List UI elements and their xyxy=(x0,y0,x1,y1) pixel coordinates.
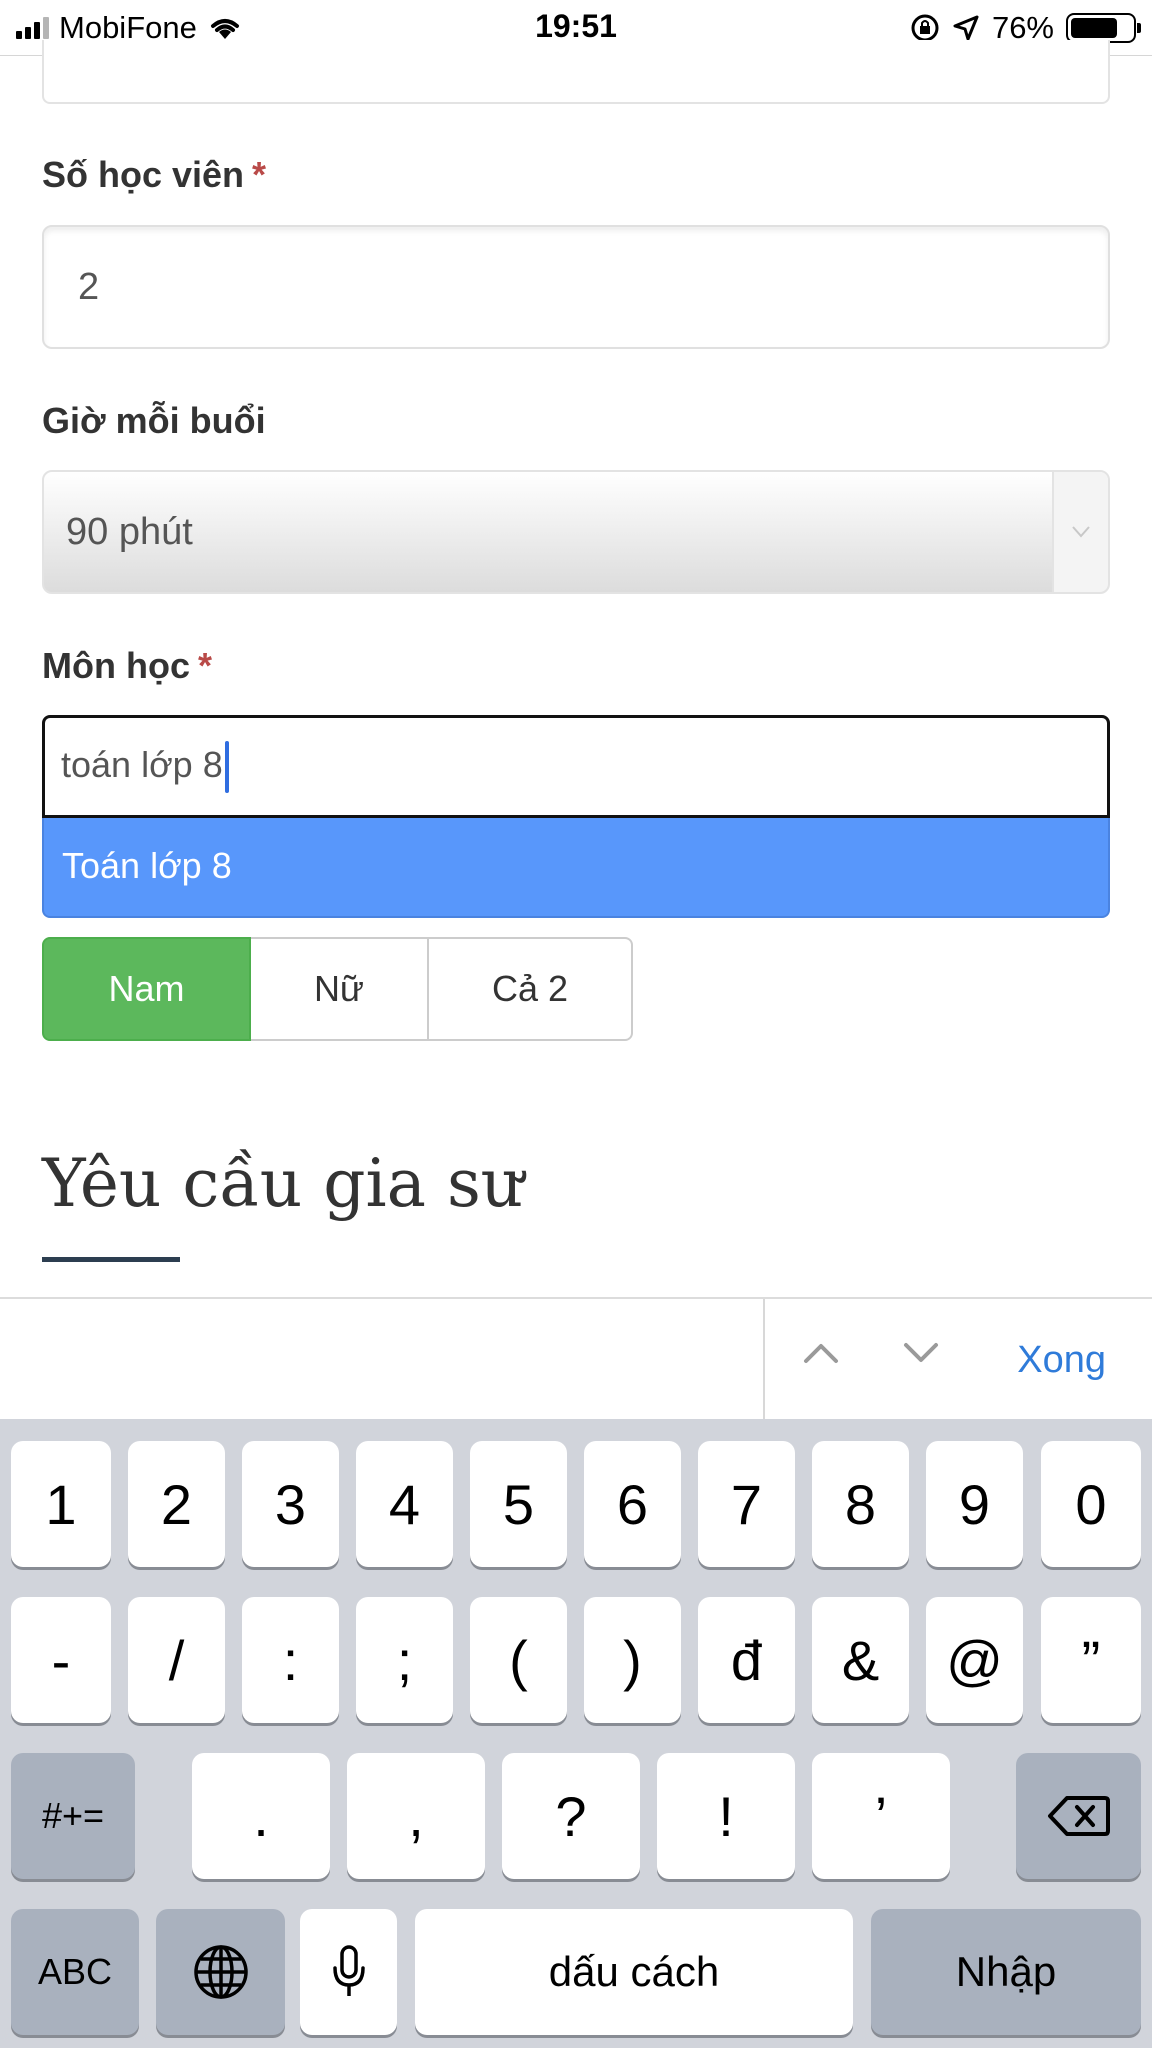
hours-select-value: 90 phút xyxy=(66,511,193,553)
backspace-icon xyxy=(1047,1796,1110,1836)
required-marker: * xyxy=(252,154,267,195)
key-symbols-toggle[interactable]: #+= xyxy=(11,1753,135,1879)
key-ampersand[interactable]: & xyxy=(812,1597,909,1723)
gender-option-male[interactable]: Nam xyxy=(42,937,251,1041)
key-3[interactable]: 3 xyxy=(242,1441,339,1567)
key-question[interactable]: ? xyxy=(502,1753,640,1879)
subject-input-value: toán lớp 8 xyxy=(61,744,223,785)
key-at[interactable]: @ xyxy=(926,1597,1023,1723)
key-close-paren[interactable]: ) xyxy=(584,1597,681,1723)
microphone-icon xyxy=(332,1945,365,1996)
key-abc[interactable]: ABC xyxy=(11,1909,139,2035)
gender-toggle-group: Nam Nữ Cả 2 xyxy=(42,937,633,1041)
key-dong[interactable]: đ xyxy=(698,1597,795,1723)
key-6[interactable]: 6 xyxy=(584,1441,681,1567)
previous-field-input[interactable] xyxy=(42,40,1110,104)
chevron-up-icon[interactable] xyxy=(791,1323,851,1383)
key-2[interactable]: 2 xyxy=(128,1441,225,1567)
students-input[interactable]: 2 xyxy=(42,225,1110,349)
key-period[interactable]: . xyxy=(192,1753,330,1879)
section-title: Yêu cầu gia sư xyxy=(42,1145,524,1222)
key-semicolon[interactable]: ; xyxy=(356,1597,453,1723)
keyboard: 1 2 3 4 5 6 7 8 9 0 - / : ; ( ) đ & @ ” … xyxy=(0,1419,1152,2048)
return-key[interactable]: Nhập xyxy=(871,1909,1141,2035)
subject-label: Môn học * xyxy=(42,645,212,687)
done-button[interactable]: Xong xyxy=(1017,1299,1106,1421)
microphone-key[interactable] xyxy=(300,1909,397,2035)
battery-level-fill xyxy=(1071,18,1117,38)
students-label: Số học viên * xyxy=(42,154,266,196)
gender-option-female[interactable]: Nữ xyxy=(251,937,429,1041)
subject-label-text: Môn học xyxy=(42,645,190,686)
required-marker: * xyxy=(197,645,212,686)
key-1[interactable]: 1 xyxy=(11,1441,111,1567)
key-8[interactable]: 8 xyxy=(812,1441,909,1567)
key-7[interactable]: 7 xyxy=(698,1441,795,1567)
gender-option-both[interactable]: Cả 2 xyxy=(429,937,633,1041)
subject-suggestion[interactable]: Toán lớp 8 xyxy=(42,818,1110,918)
students-label-text: Số học viên xyxy=(42,154,245,195)
chevron-down-icon[interactable] xyxy=(891,1323,951,1383)
key-quote[interactable]: ” xyxy=(1041,1597,1141,1723)
key-apostrophe[interactable]: ’ xyxy=(812,1753,950,1879)
battery-icon xyxy=(1066,13,1141,43)
backspace-key[interactable] xyxy=(1016,1753,1141,1879)
hours-select[interactable]: 90 phút xyxy=(42,470,1110,594)
location-icon xyxy=(953,15,979,41)
keyboard-accessory-bar: Xong xyxy=(0,1297,1152,1421)
key-slash[interactable]: / xyxy=(128,1597,225,1723)
subject-input[interactable]: toán lớp 8 xyxy=(42,715,1110,818)
divider xyxy=(763,1299,765,1421)
key-4[interactable]: 4 xyxy=(356,1441,453,1567)
globe-icon xyxy=(193,1945,248,1999)
orientation-lock-icon xyxy=(911,14,939,42)
space-key[interactable]: dấu cách xyxy=(415,1909,853,2035)
text-cursor xyxy=(224,741,229,794)
key-0[interactable]: 0 xyxy=(1041,1441,1141,1567)
globe-key[interactable] xyxy=(156,1909,285,2035)
key-comma[interactable]: , xyxy=(347,1753,485,1879)
title-underline xyxy=(42,1257,180,1262)
key-colon[interactable]: : xyxy=(242,1597,339,1723)
key-hyphen[interactable]: - xyxy=(11,1597,111,1723)
key-5[interactable]: 5 xyxy=(470,1441,567,1567)
key-9[interactable]: 9 xyxy=(926,1441,1023,1567)
chevron-down-icon xyxy=(1052,472,1108,592)
hours-label: Giờ mỗi buổi xyxy=(42,400,266,441)
key-open-paren[interactable]: ( xyxy=(470,1597,567,1723)
key-exclamation[interactable]: ! xyxy=(657,1753,795,1879)
